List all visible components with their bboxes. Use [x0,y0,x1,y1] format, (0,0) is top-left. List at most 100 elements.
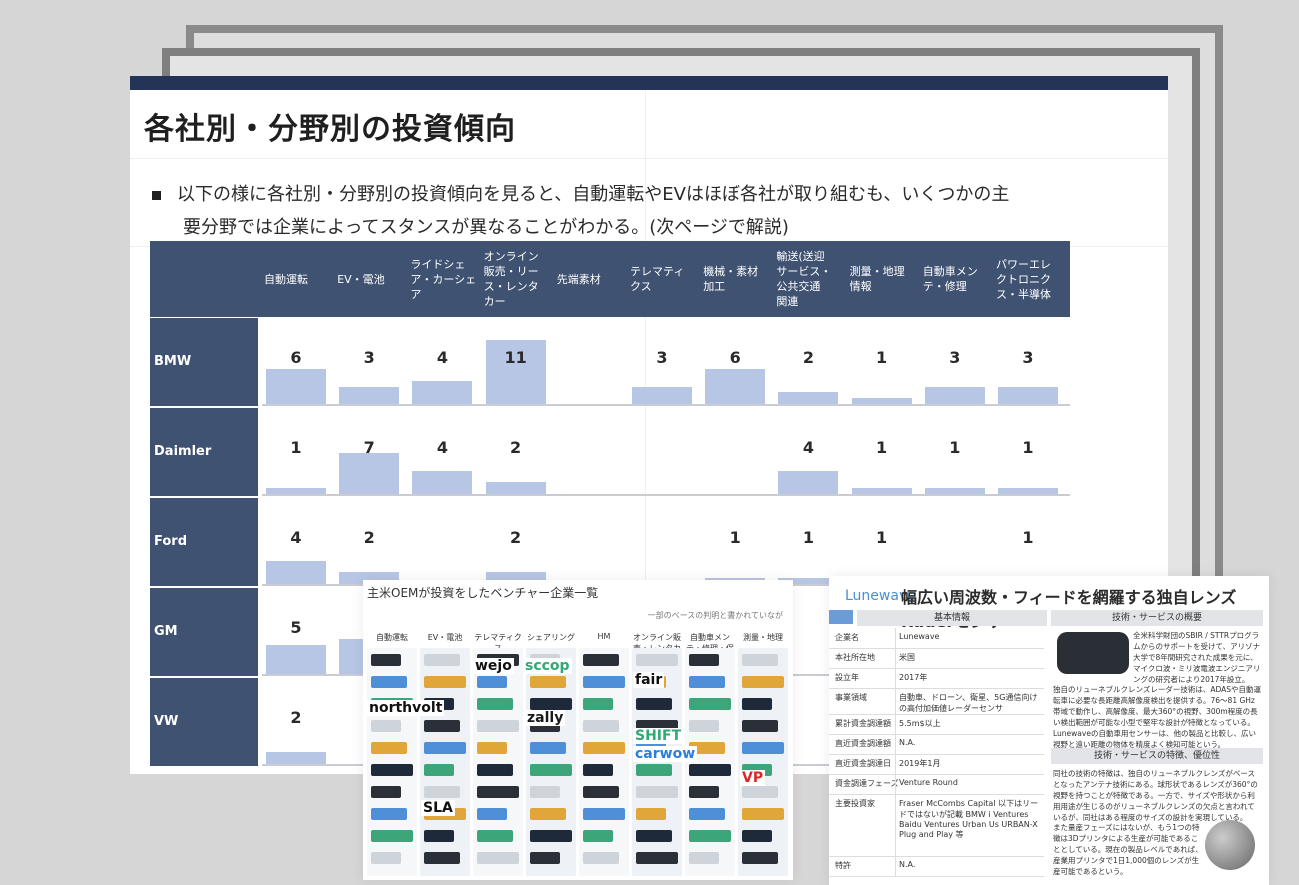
row-label: Ford [150,498,258,586]
venture-column-header: 自動運転 [376,633,408,642]
profile-row: 特許 N.A. [829,856,1044,877]
venture-logo [636,654,678,666]
table-header: 自動運転 EV・電池 ライドシェ ア・カーシェアオンライン 販売・リー ス・レンタ カー 先端… [150,241,1070,317]
basic-info-header: 基本情報 [857,610,1047,626]
profile-row-key: 企業名 [835,633,859,642]
profile-row-key: 資金調達フェーズ [835,779,899,788]
venture-logo [477,742,507,754]
venture-logo [477,698,513,710]
venture-logo [583,852,619,864]
profile-row: 設立年 2017年 [829,668,1044,689]
bar [632,386,692,404]
venture-logo [424,676,466,688]
venture-logo [689,676,725,688]
venture-logo [371,830,413,842]
bar [924,488,985,494]
profile-row-key: 特許 [835,861,851,870]
venture-logo [636,698,672,710]
venture-list-title: 主米OEMが投資をしたベンチャー企業一覧 [367,586,599,600]
bar-value-label: 5 [290,618,302,637]
bar-value-label: 3 [656,348,668,367]
tech-text-2: 独自のリューネブルクレンズレーダー技術は、ADASや自動運転車に必要な長距離高解… [1053,685,1262,749]
bar-value-label: 4 [290,528,302,547]
bar-value-label: 7 [363,438,375,457]
venture-column-header: EV・電池 [427,633,463,642]
venture-logo [371,720,401,732]
profile-row: 資金調達フェーズ Venture Round [829,774,1044,795]
venture-logo [742,786,778,798]
bar [266,644,326,674]
venture-logo [636,786,678,798]
column-header: 測量・地理 情報 [849,265,905,293]
bar-value-label: 6 [290,348,302,367]
column-header: テレマティ クス [630,265,685,293]
bar-value-label: 1 [1022,528,1034,547]
tech-features-header: 技術・サービスの特徴、優位性 [1051,748,1263,764]
column-header: 機械・素材 加工 [703,265,759,293]
bar [485,482,546,494]
profile-row-key: 本社所在地 [835,653,875,662]
feature-text: 同社の技術の特徴は、独自のリューネブルクレンズがベースとなったアンテナ技術にある… [1053,769,1258,822]
profile-row: 直近資金調達額 N.A. [829,734,1044,755]
profile-divider [895,628,896,876]
venture-logo [636,808,666,820]
venture-logo [477,830,513,842]
bar-value-label: 2 [510,528,522,547]
bar [924,386,985,404]
venture-logo [530,698,572,710]
venture-logo [371,764,413,776]
bar-value-label: 3 [363,348,375,367]
bullet-line-2: 要分野では企業によってスタンスが異なることがわかる。(次ページで解説) [183,217,789,238]
bar [998,488,1058,494]
profile-row-value: Venture Round [899,778,958,787]
profile-row-value: 自動車、ドローン、衛星、5G通信向けの高付加価値レーダーセンサ [899,693,1038,713]
row-label: GM [150,588,258,676]
bar-value-label: 1 [876,348,888,367]
bar [778,392,839,404]
venture-logo [477,676,507,688]
venture-logo-text: SHIFT [633,728,684,744]
profile-row-key: 直近資金調達日 [835,759,891,768]
venture-logo [742,830,772,842]
profile-row-value: N.A. [899,860,916,869]
row-label: VW [150,678,258,766]
venture-logo [424,830,454,842]
venture-logo [424,786,460,798]
venture-logo [371,786,401,798]
venture-column-header: シェアリング [527,633,575,642]
column-header: ライドシェ ア・カーシェア [410,257,477,301]
venture-logo [583,654,619,666]
venture-logo-text: carwow [633,746,698,762]
profile-row-key: 直近資金調達額 [835,739,891,748]
bar [412,380,473,404]
profile-row-value: 米国 [899,653,915,662]
venture-logo [371,808,407,820]
profile-row-value: Fraser McCombs Capital 以下はリードではないが記載 BMW… [899,799,1039,839]
venture-logo [530,830,572,842]
venture-logo [689,808,725,820]
bar [851,488,912,494]
bar-value-label: 4 [802,438,814,457]
venture-logo [583,720,619,732]
profile-row-value: 2019年1月 [899,759,941,768]
venture-column-header: 測量・地理 [743,633,783,642]
bar-value-label: 1 [729,528,741,547]
bar-value-label: 1 [876,528,888,547]
venture-logo [530,742,566,754]
venture-logo [477,786,519,798]
row-label: Daimler [150,408,258,496]
bar-value-label: 1 [949,438,961,457]
venture-list-slide: 主米OEMが投資をしたベンチャー企業一覧 一部のベースの判明と書かれていなが 自… [363,580,793,880]
venture-logo [477,852,519,864]
profile-row: 企業名 Lunewave [829,628,1044,649]
venture-logo [424,654,460,666]
profile-row-value: 2017年 [899,673,928,682]
bar-value-label: 6 [729,348,741,367]
venture-logo [530,852,560,864]
bullet-line-1: 以下の様に各社別・分野別の投資傾向を見ると、自動運転やEVはほぼ各社が取り組むも… [177,184,1010,205]
bar-value-label: 3 [1022,348,1034,367]
venture-logo [583,676,625,688]
profile-row-key: 事業領域 [835,693,867,702]
venture-logo [530,808,566,820]
sensor-image [1057,632,1129,674]
